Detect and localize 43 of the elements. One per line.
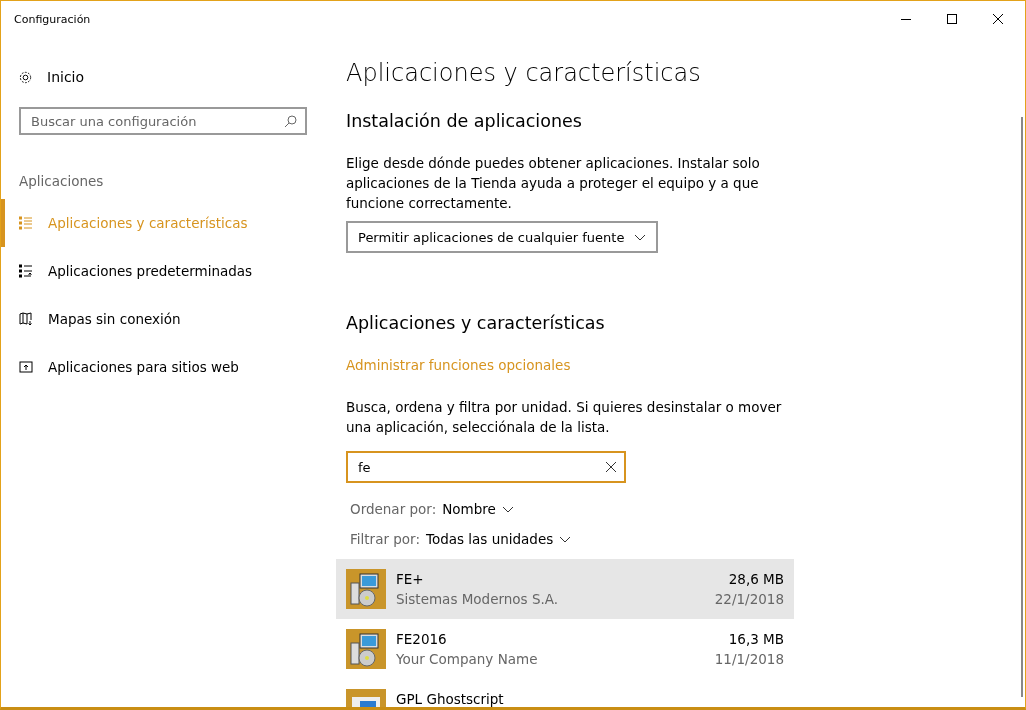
app-row[interactable]: FE2016 Your Company Name 16,3 MB 11/1/2018: [336, 619, 794, 679]
list-arrow-icon: [19, 264, 33, 278]
close-icon: [993, 14, 1003, 24]
page-title: Aplicaciones y características: [346, 59, 702, 87]
app-name: GPL Ghostscript: [396, 690, 505, 707]
app-size: 16,3 MB: [728, 630, 784, 649]
sidebar-item[interactable]: Aplicaciones predeterminadas: [1, 247, 330, 295]
section-heading: Instalación de aplicaciones: [346, 111, 583, 131]
map-icon: [19, 312, 33, 326]
chevron-down-icon: [634, 233, 647, 241]
sort-dropdown[interactable]: Ordenar por: Nombre: [346, 501, 518, 517]
installer-icon: [346, 629, 386, 669]
source-dropdown[interactable]: Permitir aplicaciones de cualquier fuente: [346, 221, 659, 253]
app-publisher: Sistemas Modernos S.A.: [396, 590, 560, 609]
section-heading: Aplicaciones y características: [346, 313, 606, 333]
search-field[interactable]: Buscar una configuración: [19, 107, 307, 135]
chevron-down-icon: [501, 505, 514, 513]
description-text: Elige desde dónde puedes obtener aplicaciones. Instalar solo aplicaciones de la Tienda ayuda a proteger el equipo y a que funcione correctamente.: [346, 154, 761, 213]
window-title: Configuración: [14, 12, 92, 26]
app-row[interactable]: FE+ Sistemas Modernos S.A. 28,6 MB 22/1/2018: [336, 559, 794, 619]
maximize-icon: [947, 14, 957, 24]
sidebar-item[interactable]: Mapas sin conexión: [1, 295, 330, 343]
app-date: 22/1/2018: [714, 590, 784, 609]
description-text: Busca, ordena y filtra por unidad. Si quieres desinstalar o mover una aplicación, selecciónala de la lista.: [346, 398, 783, 437]
scrollbar[interactable]: [1021, 117, 1023, 697]
installer-icon: [346, 569, 386, 609]
app-publisher: Your Company Name: [396, 650, 539, 669]
app-row[interactable]: GPL Ghostscript: [336, 679, 794, 707]
app-name: FE+: [396, 570, 425, 589]
clear-icon[interactable]: [606, 462, 616, 472]
list-icon: [19, 216, 33, 230]
app-size: 28,6 MB: [728, 570, 784, 589]
app-name: FE2016: [396, 630, 448, 649]
chevron-down-icon: [559, 535, 572, 543]
search-icon: [284, 114, 297, 128]
sidebar-item[interactable]: Aplicaciones para sitios web: [1, 343, 330, 391]
app-search-field[interactable]: fe: [346, 451, 626, 483]
filter-dropdown[interactable]: Filtrar por: Todas las unidades: [346, 531, 576, 547]
minimize-icon: [901, 18, 911, 20]
section-heading: Aplicaciones: [18, 173, 105, 189]
settings-icon: [18, 69, 33, 85]
home-link[interactable]: Inicio: [1, 59, 330, 95]
app-date: 11/1/2018: [714, 650, 784, 669]
